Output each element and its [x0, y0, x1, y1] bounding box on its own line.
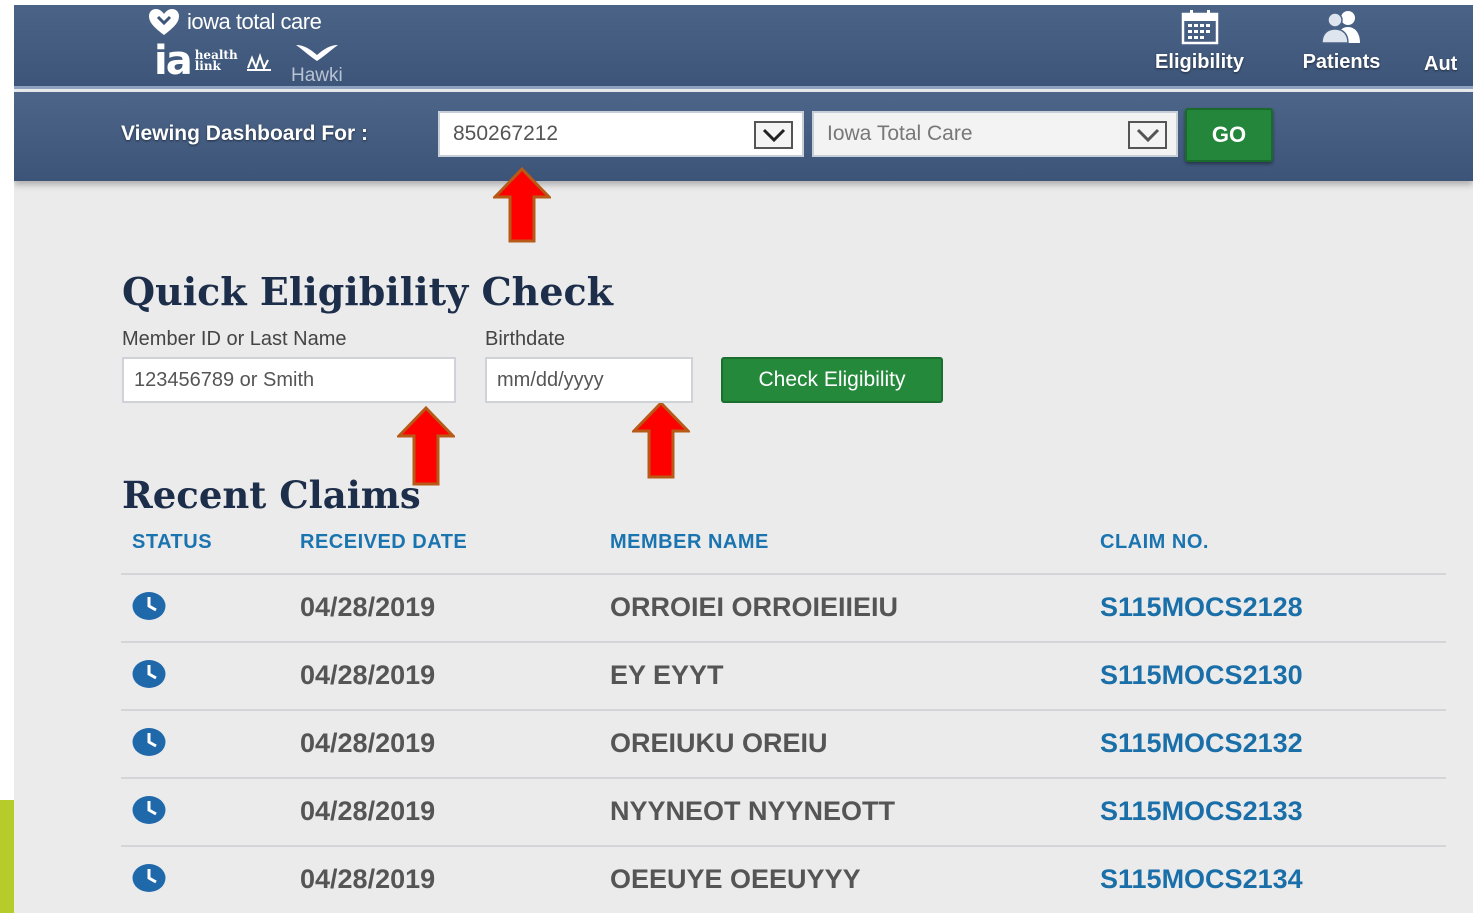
people-icon [1320, 11, 1360, 44]
quick-eligibility-title: Quick Eligibility Check [122, 269, 613, 314]
received-date: 04/28/2019 [300, 592, 436, 622]
table-row[interactable]: 04/28/2019 EY EYYT S115MOCS2130 [121, 641, 1446, 709]
provider-id-value: 850267212 [453, 122, 559, 145]
clock-icon [132, 728, 166, 756]
screen: iowa total care ia health link Hawki Eli… [14, 5, 1473, 913]
hawki-text: Hawki [291, 65, 343, 86]
chevron-down-icon[interactable] [1128, 121, 1167, 149]
clock-icon [132, 592, 166, 620]
dashboard-selector-bar: Viewing Dashboard For : 850267212 Iowa T… [14, 92, 1473, 181]
ia-logo-text: ia [154, 38, 193, 84]
dashboard-label: Viewing Dashboard For : [121, 122, 368, 145]
brand-name: iowa total care [187, 9, 322, 34]
provider-id-select[interactable]: 850267212 [438, 111, 804, 157]
wave-icon [246, 52, 271, 71]
table-row[interactable]: 04/28/2019 NYYNEOT NYYNEOTT S115MOCS2133 [121, 777, 1446, 845]
clock-icon [132, 796, 166, 824]
plan-value: Iowa Total Care [827, 122, 973, 145]
column-header-member-name[interactable]: MEMBER NAME [610, 531, 769, 554]
nav-authorizations[interactable]: Aut [1424, 53, 1473, 76]
claim-number-link[interactable]: S115MOCS2130 [1100, 660, 1303, 691]
received-date: 04/28/2019 [300, 728, 436, 758]
go-button[interactable]: GO [1185, 108, 1273, 162]
red-arrow-icon [493, 167, 551, 243]
red-arrow-icon [632, 401, 690, 479]
column-header-claim-no[interactable]: CLAIM NO. [1100, 531, 1209, 554]
received-date: 04/28/2019 [300, 864, 436, 894]
claim-number-link[interactable]: S115MOCS2128 [1100, 592, 1303, 623]
table-row[interactable]: 04/28/2019 ORROIEI ORROIEIIEIU S115MOCS2… [121, 573, 1446, 641]
iowa-total-care-logo[interactable]: iowa total care [147, 7, 322, 37]
member-name: ORROIEI ORROIEIIEIU [610, 592, 899, 622]
claim-number-link[interactable]: S115MOCS2133 [1100, 796, 1303, 827]
birthdate-label: Birthdate [485, 328, 566, 350]
side-accent-strip [0, 800, 14, 913]
claims-table: 04/28/2019 ORROIEI ORROIEIIEIU S115MOCS2… [121, 573, 1446, 913]
calendar-icon [1181, 10, 1218, 45]
clock-icon [132, 864, 166, 892]
health-link-text: health link [194, 48, 238, 73]
recent-claims-title: Recent Claims [122, 473, 421, 517]
chevron-down-icon[interactable] [754, 121, 793, 149]
ia-health-link-logo: ia health link [154, 38, 271, 84]
heart-shield-icon [149, 9, 179, 35]
member-name: EY EYYT [610, 660, 724, 690]
clock-icon [132, 660, 166, 688]
hawki-logo: Hawki [291, 41, 343, 87]
nav-authorizations-label: Aut [1424, 53, 1458, 75]
check-eligibility-button[interactable]: Check Eligibility [721, 357, 943, 403]
column-header-received-date[interactable]: RECEIVED DATE [300, 531, 467, 554]
claim-number-link[interactable]: S115MOCS2132 [1100, 728, 1303, 759]
column-header-status[interactable]: STATUS [132, 531, 212, 554]
member-name: OEEUYE OEEUYYY [610, 864, 861, 894]
member-name: NYYNEOT NYYNEOTT [610, 796, 896, 826]
claim-number-link[interactable]: S115MOCS2134 [1100, 864, 1303, 895]
table-row[interactable]: 04/28/2019 OEEUYE OEEUYYY S115MOCS2134 [121, 845, 1446, 913]
plan-select[interactable]: Iowa Total Care [812, 111, 1178, 157]
nav-patients[interactable]: Patients [1289, 9, 1394, 74]
birthdate-input[interactable] [485, 357, 693, 403]
nav-patients-label: Patients [1302, 51, 1381, 73]
member-id-label: Member ID or Last Name [122, 328, 347, 350]
member-id-input[interactable] [122, 357, 456, 403]
nav-eligibility-label: Eligibility [1155, 51, 1244, 73]
hawk-icon [295, 45, 338, 61]
top-navigation: iowa total care ia health link Hawki Eli… [14, 5, 1473, 89]
nav-eligibility[interactable]: Eligibility [1142, 9, 1257, 74]
table-row[interactable]: 04/28/2019 OREIUKU OREIU S115MOCS2132 [121, 709, 1446, 777]
member-name: OREIUKU OREIU [610, 728, 828, 758]
received-date: 04/28/2019 [300, 796, 436, 826]
received-date: 04/28/2019 [300, 660, 436, 690]
